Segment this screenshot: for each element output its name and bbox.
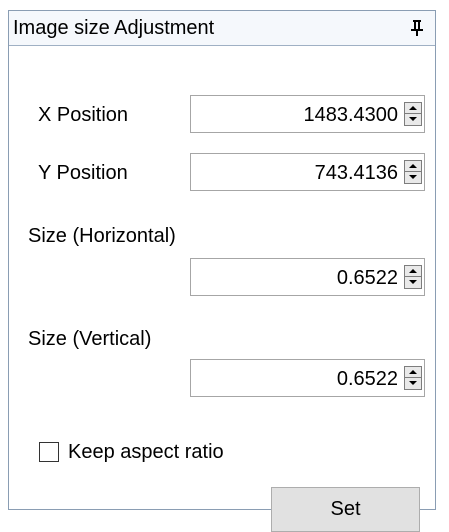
x-position-spinbox[interactable]: 1483.4300 (190, 95, 425, 133)
chevron-up-icon[interactable] (405, 103, 421, 114)
panel-title: Image size Adjustment (13, 17, 215, 39)
size-vertical-spin-buttons[interactable] (404, 366, 422, 390)
x-position-spin-buttons[interactable] (404, 102, 422, 126)
y-position-spinbox[interactable]: 743.4136 (190, 153, 425, 191)
panel-body: X Position 1483.4300 Y Position 743.4136 (9, 46, 435, 532)
size-vertical-label: Size (Vertical) (28, 328, 152, 350)
panel-title-bar[interactable]: Image size Adjustment (9, 11, 435, 46)
size-vertical-value[interactable]: 0.6522 (337, 368, 398, 390)
x-position-label: X Position (38, 104, 129, 126)
y-position-spin-buttons[interactable] (404, 160, 422, 184)
chevron-up-icon[interactable] (405, 161, 421, 172)
y-position-value[interactable]: 743.4136 (315, 162, 398, 184)
chevron-down-icon[interactable] (405, 114, 421, 125)
size-horizontal-spinbox[interactable]: 0.6522 (190, 258, 425, 296)
x-position-value[interactable]: 1483.4300 (303, 104, 398, 126)
chevron-down-icon[interactable] (405, 378, 421, 389)
set-button[interactable]: Set (271, 487, 420, 532)
keep-aspect-ratio-label[interactable]: Keep aspect ratio (68, 441, 224, 463)
chevron-down-icon[interactable] (405, 172, 421, 183)
chevron-up-icon[interactable] (405, 367, 421, 378)
chevron-down-icon[interactable] (405, 277, 421, 288)
chevron-up-icon[interactable] (405, 266, 421, 277)
size-vertical-spinbox[interactable]: 0.6522 (190, 359, 425, 397)
image-size-adjustment-panel: Image size Adjustment X Position 1483.43… (8, 10, 436, 532)
y-position-label: Y Position (38, 162, 128, 184)
size-horizontal-spin-buttons[interactable] (404, 265, 422, 289)
pin-icon[interactable] (410, 19, 424, 37)
size-horizontal-value[interactable]: 0.6522 (337, 267, 398, 289)
size-horizontal-label: Size (Horizontal) (28, 225, 176, 247)
keep-aspect-ratio-checkbox[interactable] (39, 442, 59, 462)
